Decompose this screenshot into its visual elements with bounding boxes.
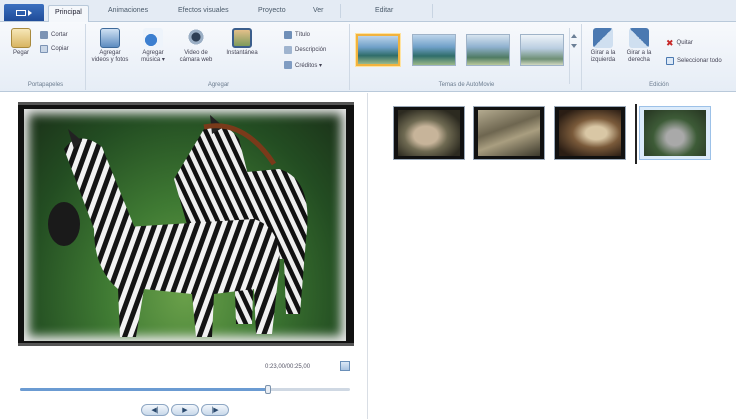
add-music-label: Agregar música ▾ <box>141 50 165 63</box>
ribbon-tab-bar: Principal Animaciones Efectos visuales P… <box>0 0 736 23</box>
rotate-left-button[interactable]: Girar a la izquierda <box>586 28 620 64</box>
time-display: 0:23,00/00:25,00 <box>265 364 311 370</box>
tab-editar[interactable]: Editar <box>375 7 393 14</box>
themes-scroll[interactable] <box>569 28 577 84</box>
next-frame-button[interactable]: |▶ <box>201 404 229 416</box>
clip-thumbnail <box>559 110 621 156</box>
scroll-up-icon <box>570 34 577 38</box>
remove-x-icon: ✖ <box>666 37 674 48</box>
clip-squirrel[interactable] <box>393 106 465 160</box>
preview-pane: 0:23,00/00:25,00 ◀| ▶ |▶ <box>0 93 368 419</box>
snapshot-button[interactable]: Instantánea <box>220 28 264 57</box>
add-group: Agregar videos y fotos Agregar música ▾ … <box>88 24 350 90</box>
rotate-right-button[interactable]: Girar a la derecha <box>622 28 656 64</box>
credits-button[interactable]: Créditos ▾ <box>284 60 322 70</box>
add-music-button[interactable]: Agregar música ▾ <box>134 28 172 64</box>
insertion-caret <box>635 104 637 164</box>
clip-thumbnail <box>644 110 706 156</box>
tab-ver[interactable]: Ver <box>313 7 324 14</box>
snapshot-label: Instantánea <box>226 50 258 56</box>
editing-group-label: Edición <box>649 82 669 88</box>
credits-icon <box>284 61 292 69</box>
select-all-icon <box>666 57 674 65</box>
tab-proyecto[interactable]: Proyecto <box>258 7 286 14</box>
rotate-right-icon <box>629 28 649 48</box>
title-icon <box>284 31 292 39</box>
preview-image-zebras <box>24 109 346 341</box>
clip-thumbnail <box>398 110 460 156</box>
remove-label: Quitar <box>676 40 693 46</box>
caption-label: Descripción <box>295 47 327 53</box>
clip-animal[interactable] <box>554 106 626 160</box>
clipboard-group: Pegar Cortar Copiar Portapapeles <box>6 24 86 90</box>
playback-controls: ◀| ▶ |▶ <box>141 404 229 416</box>
caption-button[interactable]: Descripción <box>284 45 326 55</box>
film-photo-icon <box>100 28 120 48</box>
title-button[interactable]: Título <box>284 30 310 40</box>
select-all-button[interactable]: Seleccionar todo <box>666 56 722 66</box>
fullscreen-button[interactable] <box>340 361 350 371</box>
zebra-illustration <box>48 115 308 337</box>
webcam-video-label: Video de cámara web <box>179 50 213 63</box>
paste-label: Pegar <box>12 50 29 56</box>
tab-separator <box>340 4 341 18</box>
webcam-video-button[interactable]: Video de cámara web <box>176 28 216 64</box>
copy-label: Copiar <box>51 46 69 52</box>
webcam-icon <box>186 28 206 48</box>
seek-bar-thumb[interactable] <box>264 385 271 394</box>
clip-thumbnail <box>478 110 540 156</box>
select-all-label: Seleccionar todo <box>677 58 722 64</box>
editing-group: Girar a la izquierda Girar a la derecha … <box>582 24 736 90</box>
tab-separator <box>432 4 433 18</box>
theme-thumbnail[interactable] <box>520 34 564 66</box>
scissors-icon <box>40 31 48 39</box>
snapshot-icon <box>232 28 252 48</box>
music-note-icon <box>143 28 163 48</box>
credits-label: Créditos ▾ <box>295 62 323 69</box>
storyboard-pane <box>369 93 736 419</box>
cut-label: Cortar <box>51 32 68 38</box>
file-menu-button[interactable] <box>4 4 44 21</box>
video-preview[interactable] <box>18 102 354 346</box>
rotate-right-label: Girar a la derecha <box>626 50 652 63</box>
rotate-left-label: Girar a la izquierda <box>590 50 616 63</box>
ribbon: Pegar Cortar Copiar Portapapeles Agregar… <box>0 22 736 92</box>
remove-button[interactable]: ✖ Quitar <box>666 38 693 48</box>
clip-zebras[interactable] <box>639 106 711 160</box>
copy-button[interactable]: Copiar <box>40 44 69 54</box>
copy-icon <box>40 45 48 53</box>
automovie-themes-group: Temas de AutoMovie <box>352 24 582 90</box>
add-videos-photos-button[interactable]: Agregar videos y fotos <box>90 28 130 64</box>
add-videos-photos-label: Agregar videos y fotos <box>91 50 129 63</box>
theme-thumbnail[interactable] <box>466 34 510 66</box>
rotate-left-icon <box>593 28 613 48</box>
tab-efectos-visuales[interactable]: Efectos visuales <box>178 7 229 14</box>
tab-principal[interactable]: Principal <box>48 5 89 23</box>
theme-thumbnail[interactable] <box>412 34 456 66</box>
clip-rock[interactable] <box>473 106 545 160</box>
cut-button[interactable]: Cortar <box>40 30 68 40</box>
caption-icon <box>284 46 292 54</box>
tab-animaciones[interactable]: Animaciones <box>108 7 148 14</box>
clipboard-group-label: Portapapeles <box>27 82 64 88</box>
theme-thumbnail[interactable] <box>356 34 400 66</box>
paste-icon <box>11 28 31 48</box>
paste-button[interactable]: Pegar <box>6 28 36 57</box>
play-button[interactable]: ▶ <box>171 404 199 416</box>
scroll-down-icon <box>570 44 577 48</box>
seek-bar-fill <box>20 388 268 391</box>
add-group-label: Agregar <box>207 82 230 88</box>
seek-bar[interactable] <box>20 385 350 394</box>
file-menu-icon <box>16 9 26 16</box>
previous-frame-button[interactable]: ◀| <box>141 404 169 416</box>
title-label: Título <box>295 32 311 38</box>
themes-group-label: Temas de AutoMovie <box>438 82 495 88</box>
dropdown-arrow-icon <box>28 9 32 16</box>
